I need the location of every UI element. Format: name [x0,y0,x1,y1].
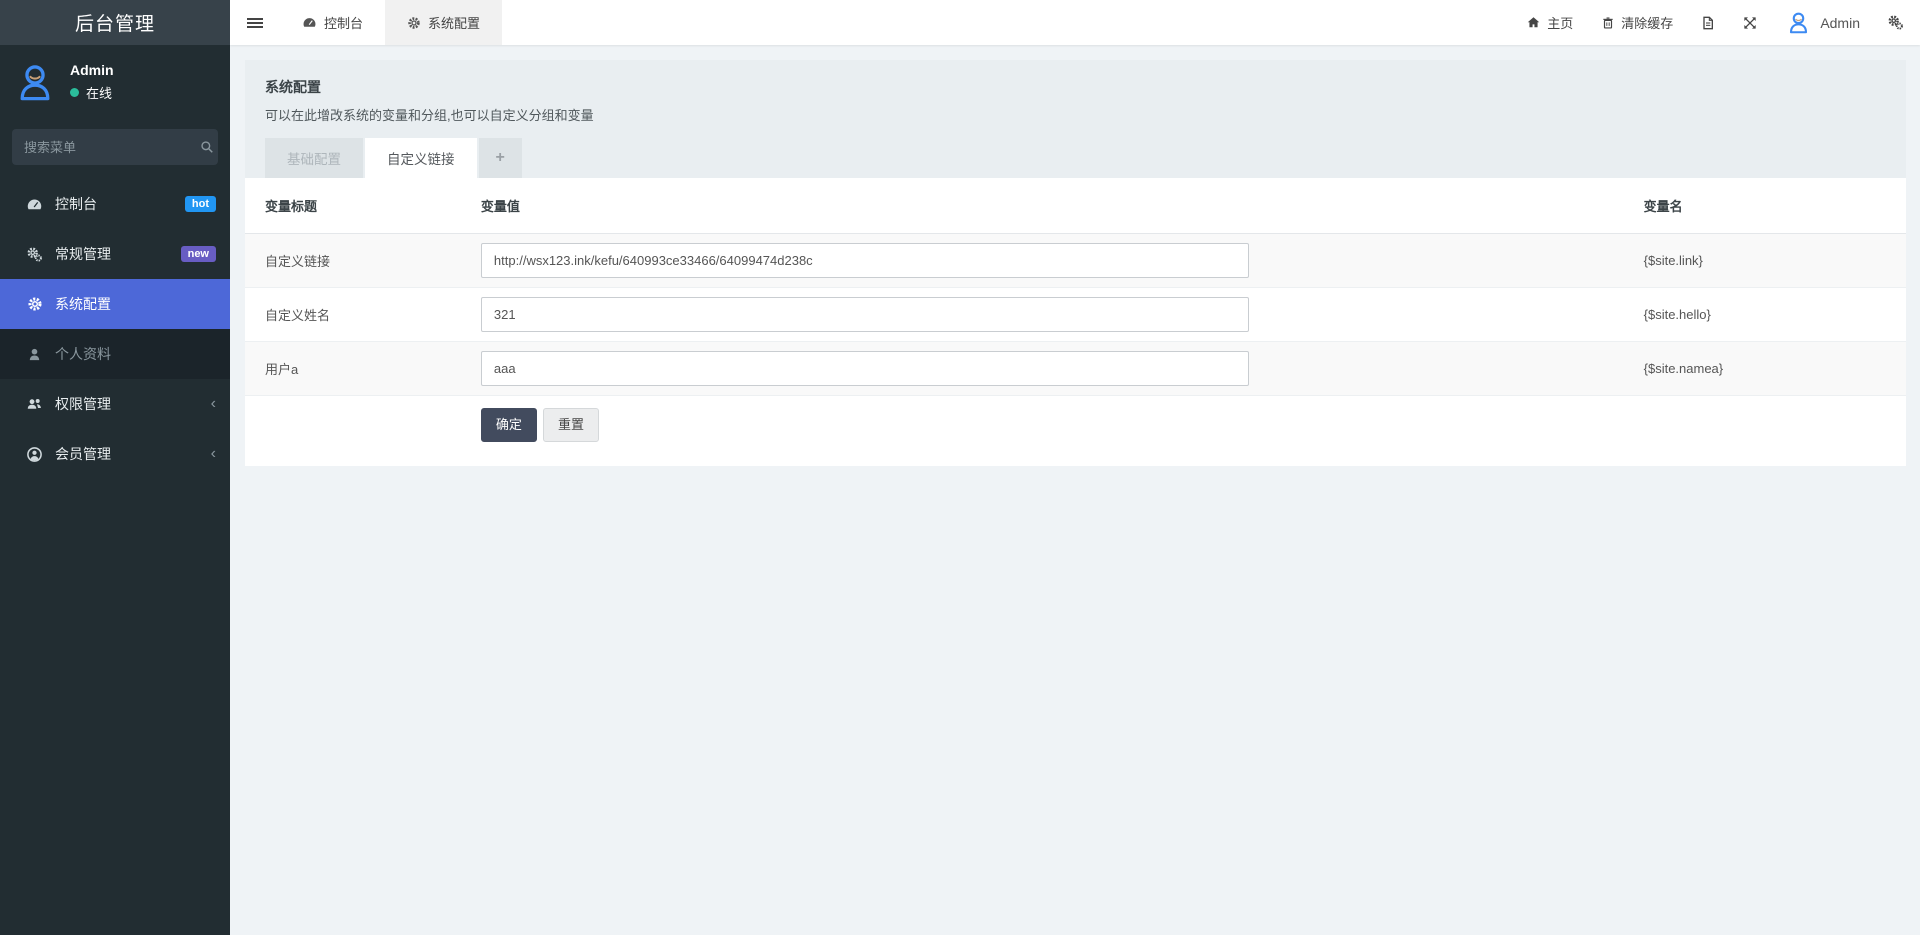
column-header-name: 变量名 [1624,178,1906,234]
sidebar-item-dashboard[interactable]: 控制台 hot [0,179,230,229]
clear-cache-button[interactable]: 清除缓存 [1587,0,1687,45]
user-avatar [12,59,58,105]
sidebar-item-label: 系统配置 [55,294,111,314]
table-row: 自定义姓名 {$site.hello} [245,288,1906,342]
online-dot [70,88,79,97]
sidebar-item-system-config[interactable]: 系统配置 [0,279,230,329]
config-panel: 系统配置 可以在此增改系统的变量和分组,也可以自定义分组和变量 基础配置 自定义… [245,60,1906,466]
user-avatar-icon [1785,9,1812,36]
navbar-right: 主页 清除缓存 [1512,0,1920,45]
settings-button[interactable] [1874,0,1906,45]
sidebar: 后台管理 Admin 在线 [0,0,230,935]
panel-body: 变量标题 变量值 变量名 自定义链接 {$site.link} 自定义姓名 {$ [245,178,1906,466]
config-tab-bar: 基础配置 自定义链接 + [265,138,1886,178]
sidebar-toggle-button[interactable] [230,0,280,45]
table-header-row: 变量标题 变量值 变量名 [245,178,1906,234]
config-table: 变量标题 变量值 变量名 自定义链接 {$site.link} 自定义姓名 {$ [245,178,1906,396]
menu-search [12,129,218,165]
sidebar-item-label: 会员管理 [55,444,111,464]
search-icon[interactable] [200,140,214,154]
navbar-user-label: Admin [1820,15,1860,31]
sidebar-item-label: 权限管理 [55,394,111,414]
form-footer: 确定 重置 [461,396,1906,444]
submit-button[interactable]: 确定 [481,408,537,442]
variable-title: 自定义链接 [245,234,461,288]
tab-label: 控制台 [324,13,363,32]
home-button[interactable]: 主页 [1512,0,1587,45]
variable-name: {$site.namea} [1624,342,1906,396]
trash-icon [1601,16,1615,30]
tachometer-icon [302,15,317,30]
sidebar-menu: 控制台 hot 常规管理 new 系统配置 [0,179,230,479]
check-update-button[interactable] [1687,0,1729,45]
cogs-icon [26,246,43,263]
sidebar-item-label: 个人资料 [55,344,111,364]
add-group-tab[interactable]: + [479,138,522,178]
table-row: 自定义链接 {$site.link} [245,234,1906,288]
page-title: 系统配置 [265,77,1886,97]
navbar-user-menu[interactable]: Admin [1771,0,1874,45]
app-title: 后台管理 [0,0,230,45]
clear-cache-label: 清除缓存 [1621,13,1673,32]
sidebar-item-label: 控制台 [55,194,97,214]
tab-dashboard[interactable]: 控制台 [280,0,385,45]
user-panel: Admin 在线 [0,45,230,115]
top-navbar: 控制台 系统配置 主页 清除缓存 [230,0,1920,45]
variable-title: 自定义姓名 [245,288,461,342]
gear-icon [26,296,43,312]
sidebar-item-label: 常规管理 [55,244,111,264]
table-row: 用户a {$site.namea} [245,342,1906,396]
fullscreen-icon [1742,15,1758,31]
sidebar-item-profile[interactable]: 个人资料 [0,329,230,379]
sidebar-item-permissions[interactable]: 权限管理 ‹ [0,379,230,429]
column-header-value: 变量值 [461,178,1624,234]
main-content: 系统配置 可以在此增改系统的变量和分组,也可以自定义分组和变量 基础配置 自定义… [230,45,1920,935]
page-description: 可以在此增改系统的变量和分组,也可以自定义分组和变量 [265,105,1886,124]
variable-value-input[interactable] [481,243,1249,278]
online-label: 在线 [86,83,112,102]
sidebar-item-members[interactable]: 会员管理 ‹ [0,429,230,479]
home-label: 主页 [1547,13,1573,32]
variable-name: {$site.hello} [1624,288,1906,342]
chevron-left-icon: ‹ [211,446,216,462]
hamburger-icon [247,16,263,30]
hot-badge: hot [185,196,216,212]
tab-label: 系统配置 [428,13,480,32]
search-input[interactable] [24,140,200,155]
tab-custom-link[interactable]: 自定义链接 [365,138,477,178]
column-header-title: 变量标题 [245,178,461,234]
tachometer-icon [26,196,43,213]
variable-title: 用户a [245,342,461,396]
home-icon [1526,15,1541,30]
tab-basic-config[interactable]: 基础配置 [265,138,363,178]
user-status: 在线 [70,83,114,102]
variable-name: {$site.link} [1624,234,1906,288]
reset-button[interactable]: 重置 [543,408,599,442]
users-icon [26,396,43,413]
file-icon [1700,15,1716,31]
gears-icon [1887,14,1904,31]
sidebar-item-general[interactable]: 常规管理 new [0,229,230,279]
user-icon [26,347,43,362]
variable-value-input[interactable] [481,297,1249,332]
tab-system-config[interactable]: 系统配置 [385,0,502,45]
gear-icon [407,16,421,30]
user-name: Admin [70,62,114,78]
variable-value-input[interactable] [481,351,1249,386]
panel-heading: 系统配置 可以在此增改系统的变量和分组,也可以自定义分组和变量 基础配置 自定义… [245,60,1906,178]
chevron-left-icon: ‹ [211,396,216,412]
new-badge: new [181,246,216,262]
fullscreen-button[interactable] [1729,0,1771,45]
user-circle-icon [26,446,43,463]
